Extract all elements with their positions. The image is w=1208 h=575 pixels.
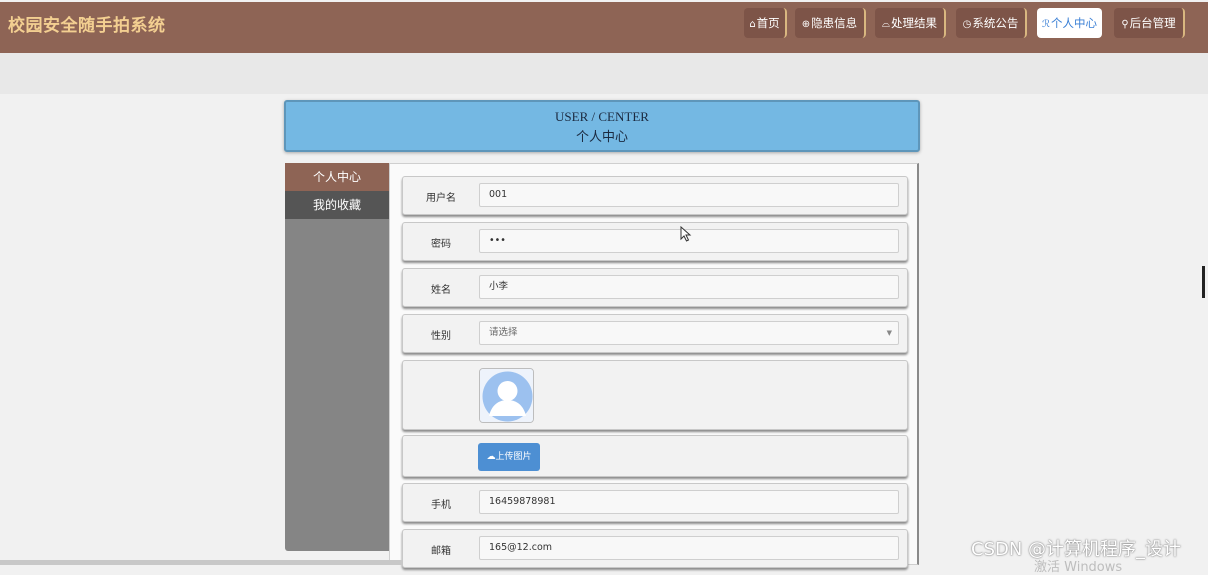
avatar-image[interactable]: [479, 368, 534, 423]
phone-field[interactable]: 16459878981: [479, 490, 899, 514]
nav-admin-label: 后台管理: [1129, 16, 1176, 30]
form-row-username: 用户名 001: [402, 176, 908, 215]
email-label: 邮箱: [431, 546, 451, 557]
name-field[interactable]: 小李: [479, 275, 899, 299]
main-nav: ⌂首页 ⊕隐患信息 ⌓处理结果 ◷系统公告 ℛ个人中心 ⚲后台管理: [744, 8, 1194, 38]
nav-user-center-label: 个人中心: [1050, 16, 1097, 30]
form-row-name: 姓名 小李: [402, 268, 908, 307]
nav-admin[interactable]: ⚲后台管理: [1114, 8, 1185, 38]
site-title: 校园安全随手拍系统: [8, 16, 166, 36]
sidebar: 个人中心 我的收藏: [285, 163, 389, 551]
sidebar-item-user-center[interactable]: 个人中心: [285, 163, 389, 191]
profile-form: 用户名 001 密码 ••• 姓名 小李 性别 请选择 ▼ ☁上传图片 手机 1…: [389, 163, 919, 568]
horizontal-scrollbar[interactable]: [0, 560, 403, 565]
link-icon: ⚲: [1121, 19, 1129, 30]
upload-image-label: 上传图片: [495, 452, 532, 462]
globe-icon: ⊕: [801, 19, 811, 30]
nav-announcements[interactable]: ◷系统公告: [956, 8, 1027, 38]
sub-header-bar: [0, 53, 1208, 94]
banner-title-cn: 个人中心: [575, 129, 628, 144]
sidebar-item-favorites[interactable]: 我的收藏: [285, 191, 389, 219]
top-navbar: 校园安全随手拍系统 ⌂首页 ⊕隐患信息 ⌓处理结果 ◷系统公告 ℛ个人中心 ⚲后…: [0, 2, 1208, 53]
form-row-phone: 手机 16459878981: [402, 483, 908, 522]
nav-hazard-info[interactable]: ⊕隐患信息: [795, 8, 866, 38]
name-label: 姓名: [431, 285, 451, 296]
nav-hazard-info-label: 隐患信息: [811, 16, 858, 30]
clock-icon: ◷: [962, 19, 972, 30]
form-row-gender: 性别 请选择 ▼: [402, 314, 908, 353]
page-banner: USER / CENTER 个人中心: [284, 100, 920, 152]
avatar-placeholder-icon: [480, 369, 533, 422]
nav-results-label: 处理结果: [890, 16, 937, 30]
windows-activation-text: 激活 Windows: [1034, 560, 1123, 575]
user-icon: ℛ: [1042, 19, 1050, 30]
phone-label: 手机: [431, 500, 451, 511]
chevron-down-icon: ▼: [886, 329, 892, 337]
form-row-upload: ☁上传图片: [402, 435, 908, 477]
password-label: 密码: [431, 239, 451, 250]
nav-home-label: 首页: [756, 16, 780, 30]
form-row-avatar: [402, 360, 908, 430]
nav-announcements-label: 系统公告: [972, 16, 1019, 30]
form-row-password: 密码 •••: [402, 222, 908, 261]
username-label: 用户名: [426, 193, 456, 204]
nav-results[interactable]: ⌓处理结果: [875, 8, 946, 38]
upload-image-button[interactable]: ☁上传图片: [478, 443, 540, 471]
mouse-cursor-icon: [680, 226, 692, 242]
gender-label: 性别: [431, 331, 451, 342]
form-row-email: 邮箱 165@12.com: [402, 529, 908, 568]
gender-select-placeholder: 请选择: [489, 327, 518, 338]
banner-title-en: USER / CENTER: [555, 109, 649, 124]
result-icon: ⌓: [882, 19, 890, 30]
nav-user-center[interactable]: ℛ个人中心: [1037, 8, 1102, 38]
nav-home[interactable]: ⌂首页: [744, 8, 787, 38]
email-field[interactable]: 165@12.com: [479, 536, 899, 560]
home-icon: ⌂: [749, 19, 756, 30]
gender-select[interactable]: 请选择 ▼: [479, 321, 899, 345]
username-field[interactable]: 001: [479, 183, 899, 207]
vertical-scrollbar[interactable]: [1202, 266, 1205, 298]
